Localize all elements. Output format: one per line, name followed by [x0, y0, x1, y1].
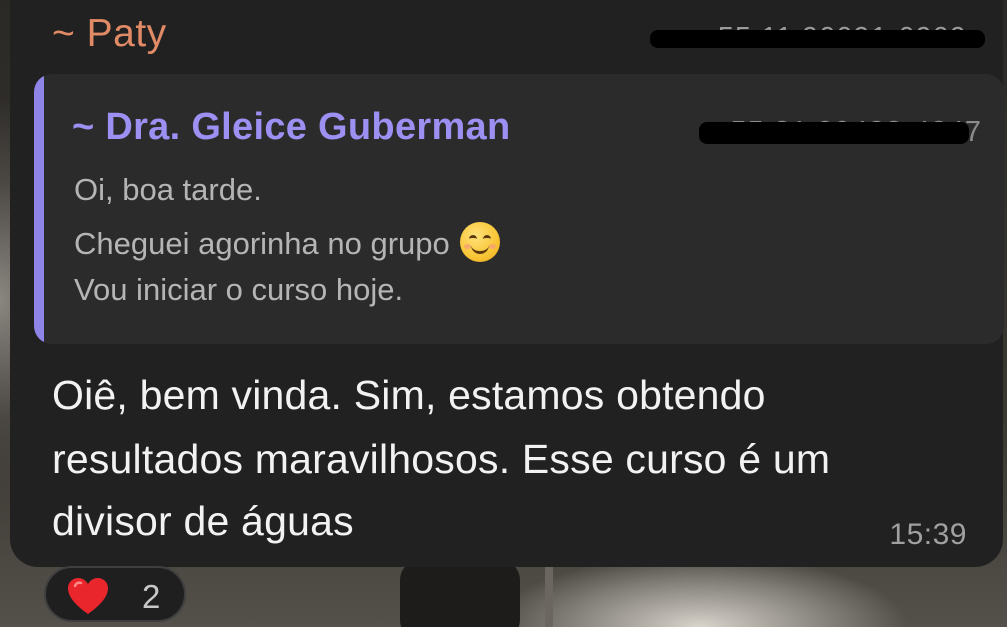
redaction-mark [650, 30, 985, 48]
redaction-mark [699, 122, 969, 144]
reaction-pill[interactable]: 2 [44, 566, 186, 622]
reaction-count: 2 [142, 578, 161, 615]
message-text-line: resultados maravilhosos. Esse curso é um [52, 436, 831, 482]
heart-icon [68, 578, 108, 614]
quote-accent-bar [34, 74, 44, 344]
wallpaper-detail [545, 557, 553, 627]
sender-name[interactable]: ~ Paty [52, 12, 167, 56]
message-text-line: divisor de águas [52, 498, 354, 544]
message-bubble[interactable]: ~ Paty +55 11 90091-0909 ~ Dra. Gleice G… [10, 0, 1004, 567]
quoted-line: Oi, boa tarde. [74, 172, 262, 207]
quoted-line: Vou iniciar o curso hoje. [74, 272, 404, 307]
quoted-line-text: Cheguei agorinha no grupo [74, 226, 450, 261]
quoted-message[interactable]: ~ Dra. Gleice Guberman +55 21 99432-4247… [34, 74, 1004, 344]
message-timestamp: 15:39 [889, 518, 967, 551]
quoted-line: Cheguei agorinha no grupo [74, 222, 500, 262]
smiling-face-emoji-icon [459, 222, 500, 262]
message-text-line: Oiê, bem vinda. Sim, estamos obtendo [52, 372, 766, 418]
quoted-author: ~ Dra. Gleice Guberman [72, 106, 511, 148]
wallpaper-detail [400, 560, 520, 627]
